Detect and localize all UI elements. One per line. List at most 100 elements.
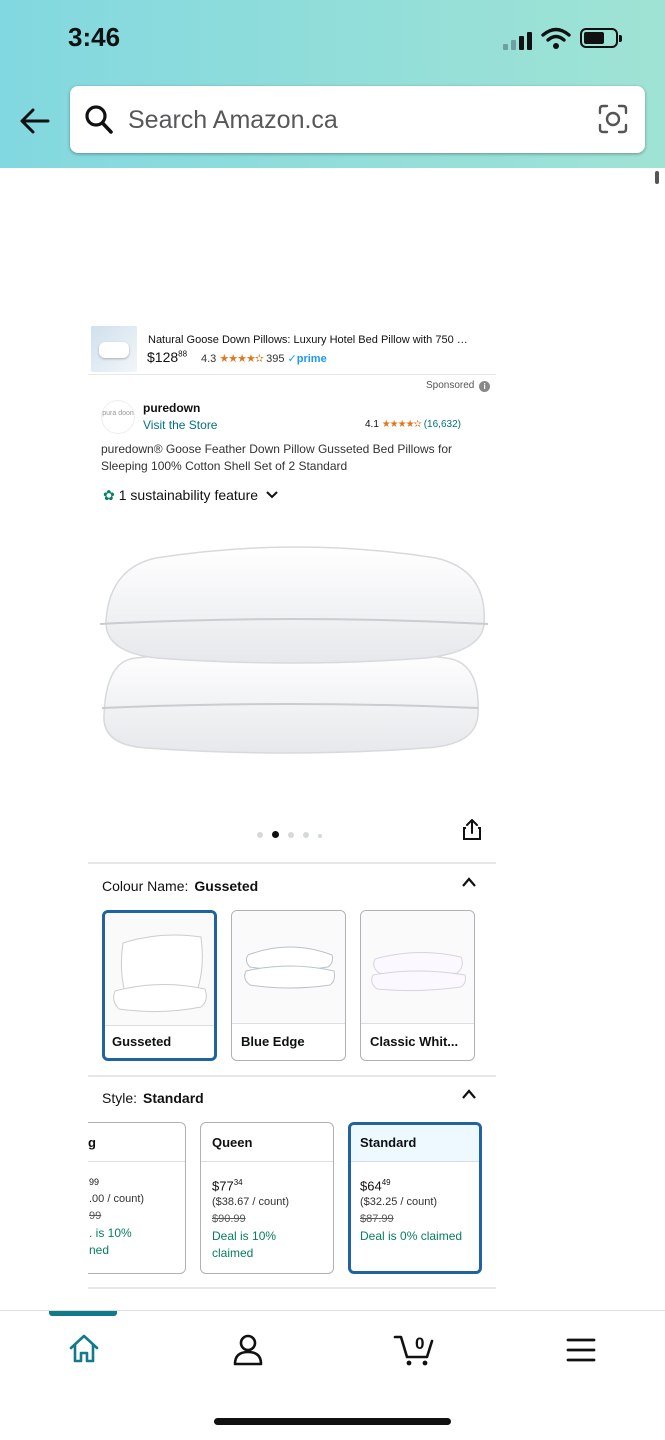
carousel-dot[interactable] <box>318 834 322 838</box>
colour-option-classic-white[interactable]: Classic Whit... <box>360 910 475 1061</box>
style-deal: Deal is 10% <box>212 1229 277 1244</box>
header: 3:46 Search Amazon.ca <box>0 0 665 168</box>
prime-badge: ✓prime <box>287 353 327 365</box>
divider <box>88 1287 496 1289</box>
style-unit-price: .00 / count) <box>89 1193 145 1205</box>
sponsored-text: Sponsored <box>426 380 475 391</box>
ad-stars: ★★★★✫ <box>219 353 264 365</box>
home-icon[interactable] <box>68 1333 100 1365</box>
swatch-label: Gusseted <box>112 1034 172 1049</box>
carousel-dot[interactable] <box>257 832 263 838</box>
review-count[interactable]: (16,632) <box>424 419 461 430</box>
cart-count: 0 <box>415 1334 424 1353</box>
chevron-up-icon[interactable] <box>461 1088 477 1100</box>
colour-selected: Gusseted <box>194 878 259 894</box>
style-price: 99 <box>89 1174 144 1191</box>
style-section-label: Style: Standard <box>102 1090 204 1106</box>
carousel-dot-active[interactable] <box>272 831 279 838</box>
info-icon[interactable]: i <box>479 381 491 392</box>
swatch-label: Blue Edge <box>241 1034 305 1049</box>
carousel-dots[interactable] <box>257 825 331 843</box>
style-deal-claimed: ned <box>89 1243 110 1257</box>
cart-icon[interactable]: 0 <box>393 1329 435 1367</box>
back-arrow-icon[interactable] <box>18 104 52 138</box>
active-tab-indicator <box>49 1311 117 1316</box>
colour-option-gusseted[interactable]: Gusseted <box>102 910 217 1061</box>
swatch-image <box>361 911 474 1024</box>
style-price: $7734 <box>212 1174 289 1194</box>
style-unit-price: ($32.25 / count) <box>360 1196 438 1209</box>
rating-value: 4.1 <box>365 419 379 430</box>
menu-icon[interactable] <box>566 1337 596 1363</box>
style-price-text: $64 <box>360 1178 382 1194</box>
brand-name: puredown <box>143 401 201 415</box>
product-image[interactable] <box>96 540 488 770</box>
style-name-text: Queen <box>212 1135 253 1150</box>
divider <box>88 1075 496 1077</box>
status-time: 3:46 <box>68 22 121 52</box>
style-label: Style: <box>102 1090 138 1106</box>
style-name-text: g <box>88 1135 96 1150</box>
ad-price-cents: 88 <box>178 349 188 359</box>
brand-logo[interactable]: pura doon <box>101 400 135 434</box>
colour-option-blue-edge[interactable]: Blue Edge <box>231 910 346 1061</box>
ad-price: $12888 <box>147 349 187 365</box>
scrollbar[interactable] <box>655 171 659 184</box>
colour-section-label: Colour Name: Gusseted <box>102 878 258 894</box>
ad-review-count: 395 <box>266 353 285 365</box>
camera-lens-icon[interactable] <box>597 103 629 135</box>
ad-rating-value: 4.3 <box>201 353 217 365</box>
visit-store-link[interactable]: Visit the Store <box>143 418 217 432</box>
ad-thumbnail[interactable] <box>91 326 137 372</box>
style-option-details: $6449 ($32.25 / count) $87.99 Deal is 0%… <box>360 1174 462 1245</box>
style-option-queen[interactable]: Queen $7734 ($38.67 / count) $90.99 Deal… <box>200 1122 334 1274</box>
style-list-price: $90.99 <box>212 1213 246 1226</box>
battery-icon <box>580 28 622 48</box>
chevron-up-icon[interactable] <box>461 876 477 888</box>
swatch-image <box>105 913 214 1026</box>
product-title: puredown® Goose Feather Down Pillow Guss… <box>101 442 453 473</box>
style-unit-price: ($38.67 / count) <box>212 1196 290 1209</box>
style-price-cents: 49 <box>381 1178 391 1187</box>
style-option-details: 99 .00 / count) 99 . is 10% ned <box>89 1174 144 1259</box>
product-rating[interactable]: 4.1 ★★★★✫ (16,632) <box>365 419 461 430</box>
style-price-text: 99 <box>89 1177 100 1187</box>
sustainability-label: 1 sustainability feature <box>118 487 259 503</box>
style-list-price: 99 <box>89 1210 102 1222</box>
style-selected: Standard <box>143 1090 204 1106</box>
search-input[interactable]: Search Amazon.ca <box>128 106 338 135</box>
ad-rating: 4.3 ★★★★✫ 395 ✓prime <box>201 352 327 365</box>
rating-stars: ★★★★✫ <box>381 419 422 430</box>
sponsored-ad[interactable]: Natural Goose Down Pillows: Luxury Hotel… <box>88 323 496 375</box>
style-price-text: $77 <box>212 1178 234 1194</box>
style-deal: . is 10% <box>89 1226 132 1240</box>
chevron-down-icon <box>266 491 278 499</box>
style-deal: Deal is 0% claimed <box>360 1229 463 1244</box>
swatch-image <box>232 911 345 1024</box>
account-icon[interactable] <box>232 1333 264 1367</box>
style-option-king[interactable]: g 99 .00 / count) 99 . is 10% ned <box>76 1122 186 1274</box>
sponsored-label[interactable]: Sponsored i <box>426 380 491 392</box>
sustainability-toggle[interactable]: ✿ 1 sustainability feature <box>103 487 278 504</box>
wifi-icon <box>541 27 571 49</box>
search-icon[interactable] <box>84 104 114 136</box>
colour-label: Colour Name: <box>102 878 189 894</box>
style-name-text: Standard <box>360 1135 417 1150</box>
home-indicator[interactable] <box>214 1418 451 1425</box>
carousel-dot[interactable] <box>303 832 309 838</box>
share-icon[interactable] <box>462 819 482 841</box>
swatch-label: Classic Whit... <box>370 1034 459 1049</box>
style-option-standard[interactable]: Standard $6449 ($32.25 / count) $87.99 D… <box>348 1122 482 1274</box>
style-price: $6449 <box>360 1174 462 1194</box>
carousel-dot[interactable] <box>288 832 294 838</box>
style-deal-claimed: claimed <box>212 1246 254 1261</box>
style-option-name: Queen <box>201 1123 333 1162</box>
style-option-name: Standard <box>351 1125 479 1162</box>
ad-title[interactable]: Natural Goose Down Pillows: Luxury Hotel… <box>148 334 468 346</box>
cellular-signal-icon <box>503 30 535 50</box>
style-option-details: $7734 ($38.67 / count) $90.99 Deal is 10… <box>212 1174 289 1262</box>
search-bar[interactable]: Search Amazon.ca <box>70 86 645 153</box>
scroll-mask <box>76 1110 88 1290</box>
style-list-price: $87.99 <box>360 1213 394 1226</box>
style-option-name: g <box>77 1123 185 1162</box>
